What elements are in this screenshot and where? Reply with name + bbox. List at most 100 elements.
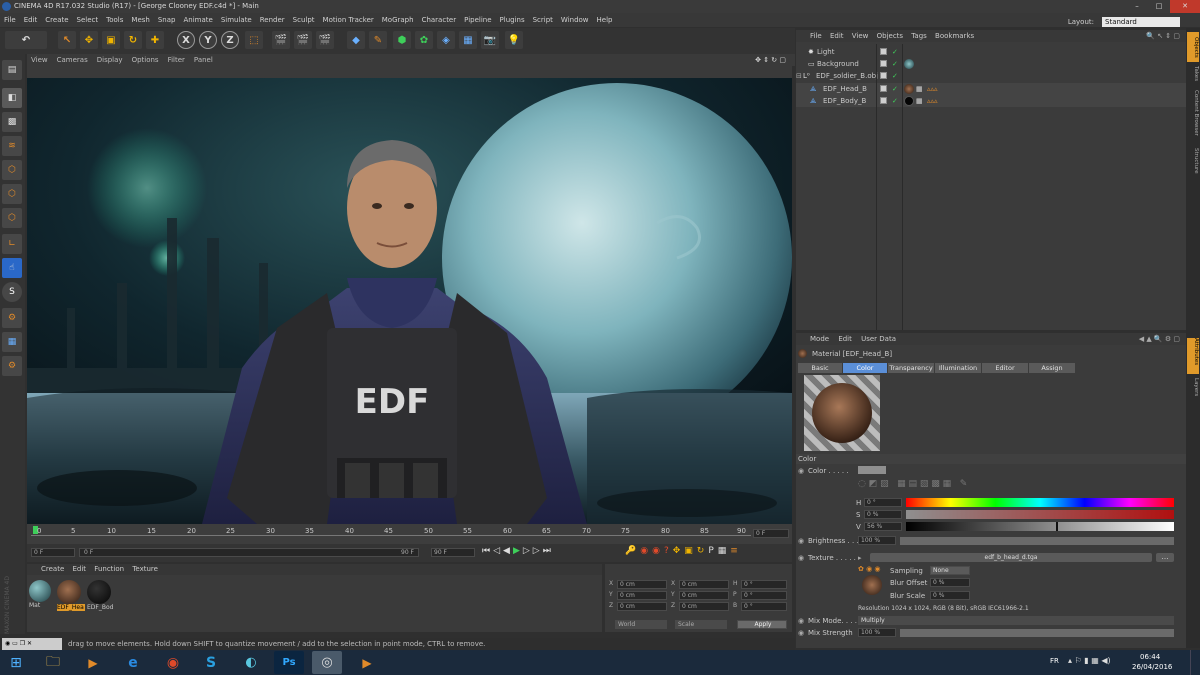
tab-basic[interactable]: Basic (798, 363, 842, 373)
key-scale-icon[interactable]: ▣ (684, 546, 693, 556)
move-tool-icon[interactable]: ✥ (80, 31, 98, 49)
obj-menu-file[interactable]: File (810, 32, 822, 40)
viewport-menu-filter[interactable]: Filter (168, 56, 185, 64)
scale-tool-icon[interactable]: ▣ (102, 31, 120, 49)
close-button[interactable]: ✕ (1170, 0, 1200, 13)
tweak-mode-icon[interactable]: ☝ (2, 258, 22, 278)
color-radio-icon[interactable]: ◉ (798, 467, 804, 475)
layout-selector[interactable]: Layout: Standard (1064, 15, 1180, 29)
menu-tools[interactable]: Tools (102, 13, 127, 27)
layout-dropdown[interactable]: Standard (1102, 17, 1180, 27)
menu-pipeline[interactable]: Pipeline (460, 13, 495, 27)
minimize-button[interactable]: – (1126, 0, 1148, 13)
value-slider[interactable] (906, 522, 1174, 531)
viewport-nav-icons[interactable]: ✥ ⇕ ↻ ▢ (755, 54, 786, 66)
texture-option-icons[interactable]: ✿ ◉ ◉ (858, 565, 881, 573)
mix-strength-slider[interactable] (900, 629, 1174, 637)
y-axis-lock-icon[interactable]: Y (199, 31, 217, 49)
video-app-icon[interactable]: ▶ (352, 651, 382, 674)
viewport-menu-panel[interactable]: Panel (194, 56, 213, 64)
head-visibility-check[interactable] (880, 85, 887, 92)
coord-p-rot[interactable]: 0 ° (741, 591, 787, 600)
viewport-menu-cameras[interactable]: Cameras (57, 56, 88, 64)
menu-character[interactable]: Character (418, 13, 461, 27)
coord-z-size[interactable]: 0 cm (679, 602, 729, 611)
camera-icon[interactable]: 📷 (481, 31, 499, 49)
menu-window[interactable]: Window (557, 13, 593, 27)
key-pla-icon[interactable]: ▦ (718, 546, 727, 556)
coord-z-pos[interactable]: 0 cm (617, 602, 667, 611)
texture-radio-icon[interactable]: ◉ (798, 554, 804, 562)
coord-b-rot[interactable]: 0 ° (741, 602, 787, 611)
color-swatch[interactable] (858, 466, 886, 474)
material-swatch-mat[interactable]: Mat (29, 580, 55, 622)
key-position-icon[interactable]: ✥ (673, 546, 681, 556)
sampling-dropdown[interactable]: None (930, 566, 970, 575)
mix-strength-radio-icon[interactable]: ◉ (798, 629, 804, 637)
show-desktop-button[interactable] (1190, 650, 1200, 675)
menu-mograph[interactable]: MoGraph (378, 13, 418, 27)
photoshop-icon[interactable]: Ps (274, 651, 304, 674)
menu-mesh[interactable]: Mesh (127, 13, 153, 27)
language-indicator[interactable]: FR (1050, 657, 1059, 665)
hue-field[interactable]: 0 ° (864, 498, 902, 507)
planar-workplane-icon[interactable]: ▦ (2, 332, 22, 352)
object-row-edf-soldier[interactable]: ⊟ L⁰ EDF_soldier_B.obj ✓ (796, 70, 1186, 82)
clock-time[interactable]: 06:44 (1140, 653, 1160, 661)
render-view-icon[interactable]: 🎬 (272, 31, 290, 49)
material-menu-texture[interactable]: Texture (132, 565, 158, 573)
body-material-tag[interactable] (904, 96, 914, 106)
axis-mode-icon[interactable]: ∟ (2, 234, 22, 254)
quantize-icon[interactable]: ⚙ (2, 356, 22, 376)
object-row-edf-head[interactable]: ⟁ EDF_Head_B ✓ ▦ ▵▵▵ (796, 83, 1186, 95)
key-param-icon[interactable]: P (708, 546, 713, 556)
menu-snap[interactable]: Snap (154, 13, 180, 27)
light-enabled-icon[interactable]: ✓ (892, 46, 898, 58)
tab-assign[interactable]: Assign (1029, 363, 1075, 373)
3d-viewport[interactable]: EDF (27, 78, 792, 524)
coordinate-system-icon[interactable]: ⬚ (245, 31, 263, 49)
side-tab-layers[interactable]: Layers (1187, 378, 1199, 402)
background-visibility-check[interactable] (880, 60, 887, 67)
start-frame-field[interactable]: 0 F (31, 548, 75, 557)
play-icon[interactable]: ▶ (513, 546, 520, 556)
record-keys-disabled-icon[interactable]: 🔑 (625, 546, 636, 556)
model-mode-icon[interactable]: ◧ (2, 88, 22, 108)
chrome-icon[interactable]: ◉ (158, 651, 188, 674)
live-selection-icon[interactable]: ↖ (58, 31, 76, 49)
menu-select[interactable]: Select (73, 13, 103, 27)
body-uvw-tag-icon[interactable]: ▦ (916, 95, 923, 107)
object-row-light[interactable]: ✸ Light ✓ (796, 46, 1186, 58)
make-editable-icon[interactable]: ▤ (2, 60, 22, 80)
side-tab-takes[interactable]: Takes (1187, 66, 1199, 88)
key-rotation-icon[interactable]: ↻ (697, 546, 705, 556)
body-enabled-icon[interactable]: ✓ (892, 95, 898, 107)
obj-menu-edit[interactable]: Edit (830, 32, 844, 40)
blur-scale-field[interactable]: 0 % (930, 591, 970, 600)
go-to-end-icon[interactable]: ⏭ (543, 546, 551, 556)
tab-illumination[interactable]: Illumination (935, 363, 981, 373)
menu-animate[interactable]: Animate (179, 13, 216, 27)
attr-menu-edit[interactable]: Edit (838, 335, 852, 343)
start-button-icon[interactable]: ⊞ (3, 651, 29, 674)
subdivision-surface-icon[interactable]: ⬢ (393, 31, 411, 49)
background-material-tag[interactable] (904, 59, 914, 69)
tab-editor[interactable]: Editor (982, 363, 1028, 373)
z-axis-lock-icon[interactable]: Z (221, 31, 239, 49)
coord-h-rot[interactable]: 0 ° (741, 580, 787, 589)
keyframe-selection-icon[interactable]: ? (664, 546, 669, 556)
viewport-menu-display[interactable]: Display (97, 56, 123, 64)
menu-edit[interactable]: Edit (20, 13, 42, 27)
hue-slider[interactable] (906, 498, 1174, 507)
maximize-button[interactable]: □ (1148, 0, 1170, 13)
brightness-slider[interactable] (900, 537, 1174, 545)
background-enabled-icon[interactable]: ✓ (892, 58, 898, 70)
render-settings-icon[interactable]: 🎬 (316, 31, 334, 49)
head-enabled-icon[interactable]: ✓ (892, 83, 898, 95)
rotate-tool-icon[interactable]: ↻ (124, 31, 142, 49)
texture-thumbnail[interactable] (862, 575, 882, 595)
saturation-slider[interactable] (906, 510, 1174, 519)
obj-menu-view[interactable]: View (852, 32, 869, 40)
head-material-tag[interactable] (904, 84, 914, 94)
material-swatch-edf-body[interactable]: EDF_Bod (87, 580, 115, 622)
